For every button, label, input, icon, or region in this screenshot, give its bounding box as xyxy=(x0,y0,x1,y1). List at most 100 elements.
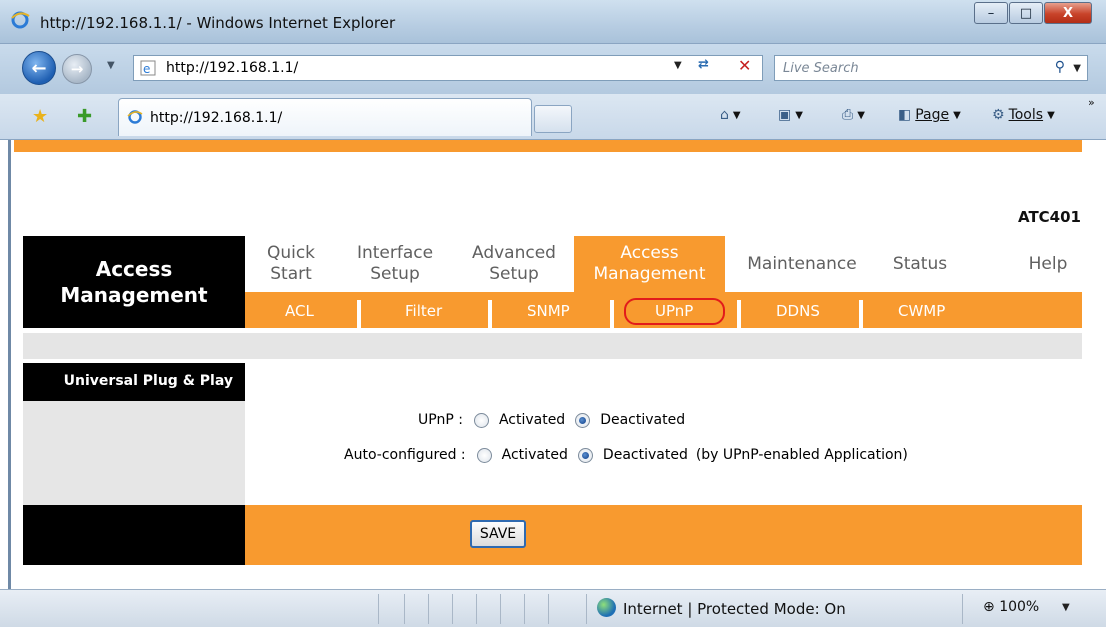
status-bar: Internet | Protected Mode: On ⊕ 100% ▼ xyxy=(0,589,1106,627)
menu-label: Advanced xyxy=(472,243,556,263)
ie-page-icon xyxy=(127,110,143,124)
menu-label: Help xyxy=(1028,254,1068,274)
add-favorite-icon[interactable]: ✚ xyxy=(77,106,92,127)
tools-menu[interactable]: ⚙ Tools ▼ xyxy=(992,107,1055,123)
security-zone[interactable]: Internet | Protected Mode: On xyxy=(623,600,846,618)
search-placeholder: Live Search xyxy=(783,61,859,76)
back-button[interactable]: ← xyxy=(22,51,56,85)
menu-maintenance[interactable]: Maintenance xyxy=(742,254,862,275)
window-title-bar: http://192.168.1.1/ - Windows Internet E… xyxy=(0,0,1106,44)
search-options-icon[interactable]: ▼ xyxy=(1073,63,1081,74)
feeds-button[interactable]: ▣ ▼ xyxy=(778,107,803,123)
upnp-activated-radio[interactable] xyxy=(473,412,489,428)
upnp-activated-label: Activated xyxy=(498,412,566,428)
page-icon: ◧ xyxy=(898,107,912,123)
autoconfig-activated-label: Activated xyxy=(501,447,568,463)
status-divider xyxy=(586,594,587,624)
header-orange-strip xyxy=(14,140,1082,152)
tab-row: ★ ✚ http://192.168.1.1/ ⌂ ▼ ▣ ▼ ⎙ ▼ ◧ Page … xyxy=(0,94,1106,140)
submenu-divider xyxy=(357,300,361,328)
submenu-divider xyxy=(859,300,863,328)
submenu-divider xyxy=(488,300,492,328)
print-button[interactable]: ⎙ ▼ xyxy=(842,107,865,123)
search-input[interactable]: Live Search ⚲ ▼ xyxy=(774,55,1088,81)
save-button[interactable]: SAVE xyxy=(470,520,526,548)
section-title-line1: Access xyxy=(95,257,173,281)
rss-feed-icon: ▣ xyxy=(778,107,792,123)
submenu-divider xyxy=(737,300,741,328)
address-input[interactable]: e http://192.168.1.1/ xyxy=(133,55,763,81)
menu-label: Start xyxy=(270,264,312,284)
menu-label: Status xyxy=(892,254,948,274)
menu-label: Setup xyxy=(489,264,539,284)
spacer-bar xyxy=(23,333,1082,359)
menu-label: Maintenance xyxy=(747,254,857,274)
section-title-line2: Management xyxy=(60,283,208,307)
zoom-icon: ⊕ xyxy=(983,599,995,615)
more-commands-icon[interactable]: » xyxy=(1088,96,1095,109)
status-divider xyxy=(548,594,549,624)
submenu-ddns[interactable]: DDNS xyxy=(776,302,820,320)
upnp-deactivated-label: Deactivated xyxy=(600,412,686,428)
page-menu[interactable]: ◧ Page ▼ xyxy=(898,107,961,123)
address-dropdown-icon[interactable]: ▼ xyxy=(674,60,682,71)
window-title: http://192.168.1.1/ - Windows Internet E… xyxy=(40,14,396,32)
menu-help[interactable]: Help xyxy=(1020,254,1076,275)
forward-arrow-icon: → xyxy=(70,60,84,78)
home-button[interactable]: ⌂ ▼ xyxy=(720,107,741,123)
stop-icon[interactable]: ✕ xyxy=(738,56,751,75)
close-button[interactable]: X xyxy=(1044,2,1092,24)
status-divider xyxy=(524,594,525,624)
panel-left-gray xyxy=(23,401,245,505)
address-url: http://192.168.1.1/ xyxy=(166,60,299,76)
internet-globe-icon xyxy=(597,598,616,617)
menu-quick-start[interactable]: Quick Start xyxy=(265,243,317,285)
new-tab-button[interactable] xyxy=(534,105,572,133)
printer-icon: ⎙ xyxy=(842,107,854,123)
menu-label: Management xyxy=(593,264,706,284)
menu-access-management[interactable]: Access Management xyxy=(574,236,725,292)
status-divider xyxy=(962,594,963,624)
menu-status[interactable]: Status xyxy=(888,254,952,275)
status-divider xyxy=(404,594,405,624)
favorites-star-icon[interactable]: ★ xyxy=(32,106,48,127)
footer-left-block xyxy=(23,505,245,565)
tools-menu-label: Tools xyxy=(1008,107,1044,123)
autoconfig-deactivated-radio[interactable] xyxy=(577,447,593,463)
maximize-button[interactable]: □ xyxy=(1009,2,1043,24)
menu-label: Interface xyxy=(356,243,434,263)
autoconfig-label: Auto-configured : xyxy=(344,447,466,463)
upnp-deactivated-radio[interactable] xyxy=(575,412,591,428)
highlight-circle xyxy=(624,298,725,325)
submenu-acl[interactable]: ACL xyxy=(285,302,314,320)
menu-label: Setup xyxy=(370,264,420,284)
recent-pages-dropdown-icon[interactable]: ▼ xyxy=(107,60,115,71)
autoconfig-row: Auto-configured : Activated Deactivated … xyxy=(344,447,908,463)
panel-label: Universal Plug & Play xyxy=(23,363,245,401)
search-icon[interactable]: ⚲ xyxy=(1055,59,1065,75)
refresh-icon[interactable]: ⇄ xyxy=(698,57,709,72)
status-divider xyxy=(428,594,429,624)
status-divider xyxy=(476,594,477,624)
upnp-row: UPnP : Activated Deactivated xyxy=(418,412,685,428)
section-title: Access Management xyxy=(23,236,245,328)
zoom-dropdown-icon[interactable]: ▼ xyxy=(1062,602,1070,613)
status-divider xyxy=(452,594,453,624)
browser-tab[interactable]: http://192.168.1.1/ xyxy=(118,98,532,136)
menu-interface-setup[interactable]: Interface Setup xyxy=(350,243,440,285)
submenu-cwmp[interactable]: CWMP xyxy=(898,302,945,320)
address-row: ← → ▼ e http://192.168.1.1/ ▼ ⇄ ✕ Live S… xyxy=(0,44,1106,94)
status-divider xyxy=(378,594,379,624)
zoom-level[interactable]: ⊕ 100% xyxy=(983,599,1039,615)
forward-button[interactable]: → xyxy=(62,54,92,84)
minimize-button[interactable]: – xyxy=(974,2,1008,24)
autoconfig-activated-radio[interactable] xyxy=(476,447,492,463)
submenu-filter[interactable]: Filter xyxy=(405,302,442,320)
footer-action-bar xyxy=(245,505,1082,565)
page-menu-label: Page xyxy=(915,107,950,123)
page-icon: e xyxy=(140,60,156,76)
menu-advanced-setup[interactable]: Advanced Setup xyxy=(465,243,563,285)
autoconfig-note: (by UPnP-enabled Application) xyxy=(695,447,908,463)
autoconfig-deactivated-label: Deactivated xyxy=(602,447,688,463)
submenu-snmp[interactable]: SNMP xyxy=(527,302,570,320)
